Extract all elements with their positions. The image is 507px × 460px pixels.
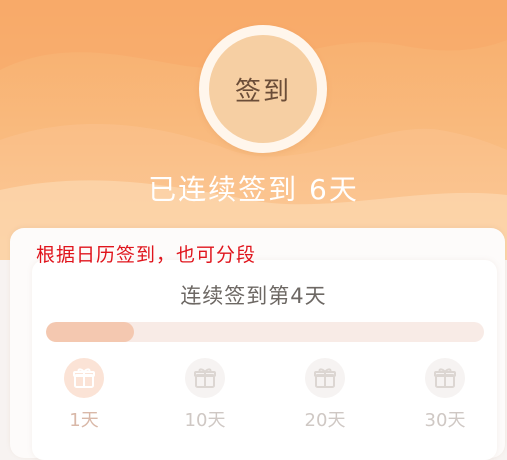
milestone-label: 1天 — [69, 410, 99, 431]
milestone-label: 30天 — [424, 410, 466, 431]
gift-icon — [305, 358, 345, 398]
milestone-1[interactable]: 1天 — [44, 358, 124, 432]
milestone-20[interactable]: 20天 — [285, 358, 365, 432]
streak-title: 已连续签到 6天 — [148, 173, 359, 206]
progress-fill — [46, 322, 134, 342]
checkin-ring: 签到 — [199, 25, 327, 153]
progress-label: 连续签到第4天 — [180, 284, 327, 308]
gift-icon — [185, 358, 225, 398]
gift-icon — [425, 358, 465, 398]
checkin-button[interactable]: 签到 — [209, 35, 317, 143]
annotation-text: 根据日历签到，也可分段 — [36, 244, 257, 266]
progress-bar — [46, 322, 484, 342]
gift-icon — [64, 358, 104, 398]
milestone-30[interactable]: 30天 — [405, 358, 485, 432]
milestone-10[interactable]: 10天 — [165, 358, 245, 432]
milestone-label: 10天 — [184, 410, 226, 431]
milestone-label: 20天 — [304, 410, 346, 431]
